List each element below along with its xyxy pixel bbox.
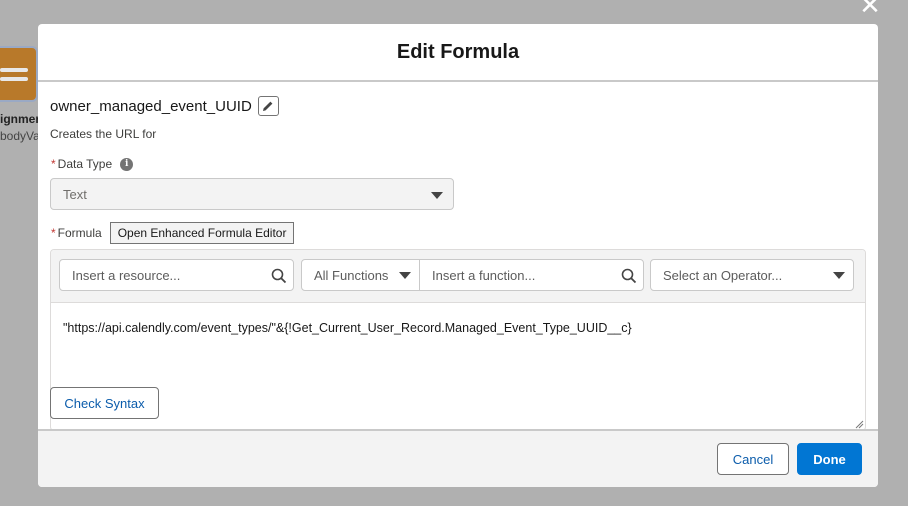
flow-element-label: ignmer <box>0 112 38 126</box>
search-icon <box>621 268 637 284</box>
data-type-select[interactable]: Text <box>50 178 454 210</box>
flow-element-node[interactable] <box>0 46 38 102</box>
data-type-label: * Data Type i <box>51 157 134 171</box>
resize-handle-icon[interactable] <box>855 420 864 429</box>
assignment-icon <box>0 63 28 86</box>
chevron-down-icon <box>399 272 411 279</box>
chevron-down-icon <box>431 192 443 199</box>
formula-textarea[interactable]: "https://api.calendly.com/event_types/"&… <box>63 321 632 335</box>
operator-select[interactable]: Select an Operator... <box>650 259 854 291</box>
close-icon[interactable]: ✕ <box>858 0 882 18</box>
function-search-input[interactable]: Insert a function... <box>420 260 643 290</box>
formula-label: Formula <box>57 226 102 240</box>
api-name: owner_managed_event_UUID <box>50 97 252 115</box>
cancel-button[interactable]: Cancel <box>717 443 789 475</box>
resource-placeholder: Insert a resource... <box>72 267 181 283</box>
required-marker: * <box>51 157 56 171</box>
api-name-row: owner_managed_event_UUID <box>50 96 279 116</box>
info-icon[interactable]: i <box>120 157 134 171</box>
data-type-value: Text <box>63 186 87 202</box>
operator-placeholder: Select an Operator... <box>663 267 783 283</box>
search-icon <box>271 268 287 284</box>
modal-header: Edit Formula <box>38 24 878 82</box>
required-marker: * <box>51 226 56 240</box>
pencil-icon <box>263 101 273 111</box>
function-category-select[interactable]: All Functions <box>302 260 420 290</box>
formula-editor: Insert a resource... All Functions Inser… <box>50 249 866 431</box>
formula-description: Creates the URL for <box>50 127 157 141</box>
open-enhanced-formula-editor-button[interactable]: Open Enhanced Formula Editor <box>109 222 295 244</box>
formula-label-row: * Formula Open Enhanced Formula Editor <box>51 222 295 244</box>
modal-title: Edit Formula <box>396 40 520 63</box>
modal-footer: Cancel Done <box>38 429 878 487</box>
resource-search-input[interactable]: Insert a resource... <box>59 259 294 291</box>
done-button[interactable]: Done <box>797 443 862 475</box>
edit-formula-modal: Edit Formula owner_managed_event_UUID Cr… <box>38 24 878 487</box>
function-placeholder: Insert a function... <box>432 267 536 283</box>
flow-element-sublabel: bodyVal <box>0 129 38 143</box>
modal-body: owner_managed_event_UUID Creates the URL… <box>38 82 878 431</box>
function-category-value: All Functions <box>314 267 389 283</box>
chevron-down-icon <box>833 272 845 279</box>
function-picker: All Functions Insert a function... <box>301 259 644 291</box>
data-type-label-text: Data Type <box>57 157 113 171</box>
formula-toolbar: Insert a resource... All Functions Inser… <box>51 250 865 303</box>
check-syntax-button[interactable]: Check Syntax <box>50 387 159 419</box>
edit-api-name-button[interactable] <box>257 96 279 116</box>
